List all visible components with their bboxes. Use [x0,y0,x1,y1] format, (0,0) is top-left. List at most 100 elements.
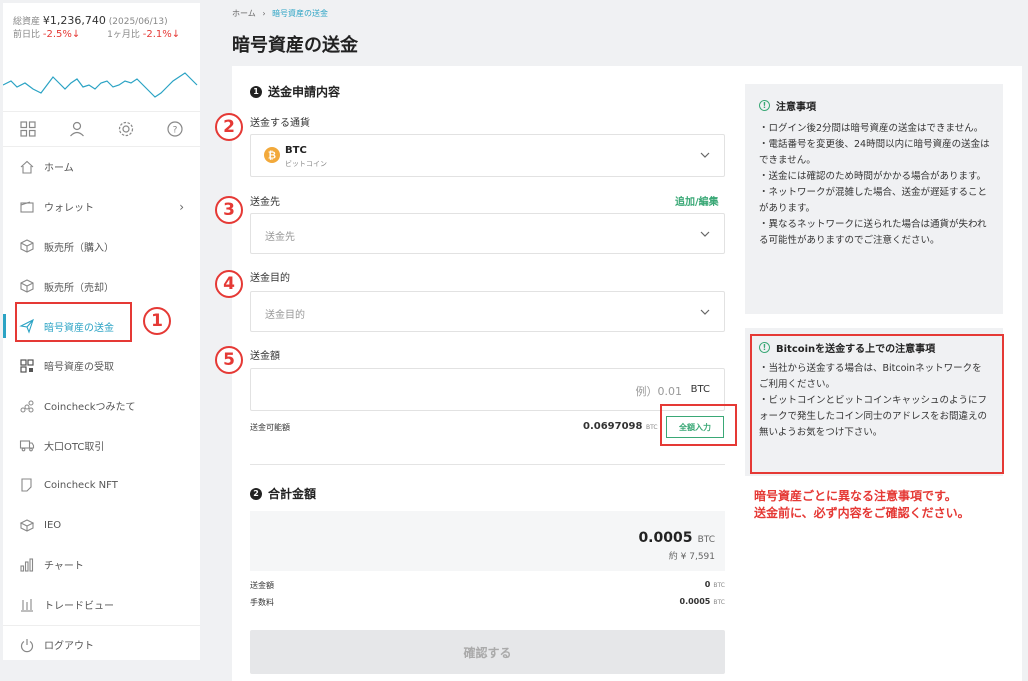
sidebar-item-tradeview[interactable]: トレードビュー [3,585,200,625]
sidebar-tabs: ? [3,111,200,147]
notice-general-line: ・ログイン後2分間は暗号資産の送金はできません。 [759,123,984,134]
wallet-icon [18,198,36,216]
home-icon [18,158,36,176]
sidebar-item-tsumitate[interactable]: Coincheckつみたて [3,386,200,426]
section2-title: 2 合計金額 [250,485,316,502]
section2-number: 2 [250,487,262,500]
breadcrumb-home[interactable]: ホーム [232,9,256,18]
sidebar-item-label: チャート [44,561,84,573]
annotation-box-fill-all [660,404,737,446]
breadcrumb: ホーム › 暗号資産の送金 [232,8,328,19]
available-amount-unit: BTC [645,424,658,431]
breadcrumb-current: 暗号資産の送金 [272,9,329,18]
gear-icon[interactable] [102,112,151,146]
annotation-number-1: 1 [143,307,171,335]
currency-label: 送金する通貨 [250,118,310,129]
currency-select[interactable]: ₿ BTC ビットコイン [250,134,725,177]
chevron-right-icon: › [179,199,184,214]
currency-name: ビットコイン [285,160,327,168]
send-amount-row: 送金額 0 BTC [250,580,725,591]
total-assets-value: ¥1,236,740 [42,14,106,27]
sidebar-item-buy[interactable]: 販売所（購入） [3,227,200,267]
grid-icon[interactable] [3,112,52,146]
total-assets-row: 総資産 ¥1,236,740 (2025/06/13) [13,14,168,27]
annotation-note: 暗号資産ごとに異なる注意事項です。 送金前に、必ず内容をご確認ください。 [754,488,970,522]
section1-title: 1 送金申請内容 [250,83,340,100]
warning-icon: ! [759,100,770,111]
annotation-box-bitcoin-notice [750,334,1004,474]
sidebar-item-label: ログアウト [44,641,94,653]
card-icon [18,476,36,494]
annotation-number-5: 5 [215,346,243,374]
day-change-value: -2.5%↓ [42,29,81,40]
sidebar-item-label: トレードビュー [44,601,114,613]
notice-general-title-text: 注意事項 [776,102,816,113]
chevron-down-icon [700,152,710,158]
send-amount-unit: BTC [713,582,725,589]
total-amount-unit: BTC [697,535,715,545]
sidebar-item-nft[interactable]: Coincheck NFT [3,465,200,505]
purpose-placeholder: 送金目的 [265,310,305,321]
sidebar-nav: ホーム ウォレット › 販売所（購入） 販売所（売却） 暗号資産の送金 暗号資産… [3,147,200,664]
chevron-down-icon [700,309,710,315]
annotation-note-line: 送金前に、必ず内容をご確認ください。 [754,506,970,520]
destination-select[interactable]: 送金先 [250,213,725,254]
sidebar-item-receive[interactable]: 暗号資産の受取 [3,346,200,386]
fee-label: 手数料 [250,598,274,607]
sidebar-item-ieo[interactable]: IEO [3,505,200,545]
tradeview-icon [18,596,36,614]
month-change-value: -2.1%↓ [142,29,181,40]
section2-title-text: 合計金額 [268,487,317,501]
destination-label: 送金先 [250,197,280,208]
sidebar-item-label: 販売所（売却） [44,282,114,294]
total-amount-jpy: 約 ¥ 7,591 [668,552,715,562]
sidebar-item-otc[interactable]: 大口OTC取引 [3,426,200,466]
sidebar-item-sell[interactable]: 販売所（売却） [3,266,200,306]
svg-text:₿: ₿ [268,150,276,162]
sidebar-item-chart[interactable]: チャート [3,545,200,585]
sidebar-item-wallet[interactable]: ウォレット › [3,187,200,227]
sidebar-item-home[interactable]: ホーム [3,147,200,187]
svg-text:?: ? [173,126,178,136]
currency-code: BTC [285,145,307,156]
confirm-button[interactable]: 確認する [250,630,725,674]
sidebar-item-label: ホーム [44,163,74,175]
total-assets-date: (2025/06/13) [108,17,168,27]
add-edit-destination-link[interactable]: 追加/編集 [675,193,719,208]
notice-general-line: ・送金には確認のため時間がかかる場合があります。 [759,171,987,182]
notice-general-line: ・電話番号を変更後、24時間以内に暗号資産の送金はできません。 [759,139,990,166]
bitcoin-icon: ₿ [264,147,280,163]
purpose-select[interactable]: 送金目的 [250,291,725,332]
cube-icon [18,277,36,295]
sidebar-item-logout[interactable]: ログアウト [3,624,200,665]
amount-input[interactable]: 例）0.01 BTC [250,368,725,411]
annotation-number-3: 3 [215,196,243,224]
purpose-label: 送金目的 [250,273,290,284]
total-amount: 0.0005 BTC [638,527,715,546]
month-change-label: 1ヶ月比 [107,30,140,40]
help-icon[interactable]: ? [151,112,200,146]
breadcrumb-separator: › [262,9,266,18]
section1-title-text: 送金申請内容 [268,85,341,99]
cube-icon [18,237,36,255]
user-icon[interactable] [52,112,101,146]
annotation-note-line: 暗号資産ごとに異なる注意事項です。 [754,489,957,503]
notice-general-line: ・異なるネットワークに送られた場合は通貨が失われる可能性がありますのでご注意くだ… [759,219,987,246]
sidebar-item-label: 販売所（購入） [44,242,114,254]
qr-icon [18,357,36,375]
sidebar-item-label: Coincheckつみたて [44,402,136,414]
send-amount-value: 0 [704,580,711,589]
asset-sparkline [3,72,198,98]
send-amount: 0 BTC [705,580,725,589]
sidebar-item-label: Coincheck NFT [44,479,118,491]
amount-placeholder: 例）0.01 [635,385,683,398]
annotation-number-2: 2 [215,113,243,141]
sidebar-item-label: IEO [44,519,62,531]
coins-icon [18,397,36,415]
send-amount-label: 送金額 [250,581,274,590]
fee-unit: BTC [713,599,725,606]
available-amount-value: 0.0697098 [583,421,643,432]
sidebar-item-label: ウォレット [44,203,94,215]
amount-label: 送金額 [250,351,280,362]
destination-placeholder: 送金先 [265,232,295,243]
